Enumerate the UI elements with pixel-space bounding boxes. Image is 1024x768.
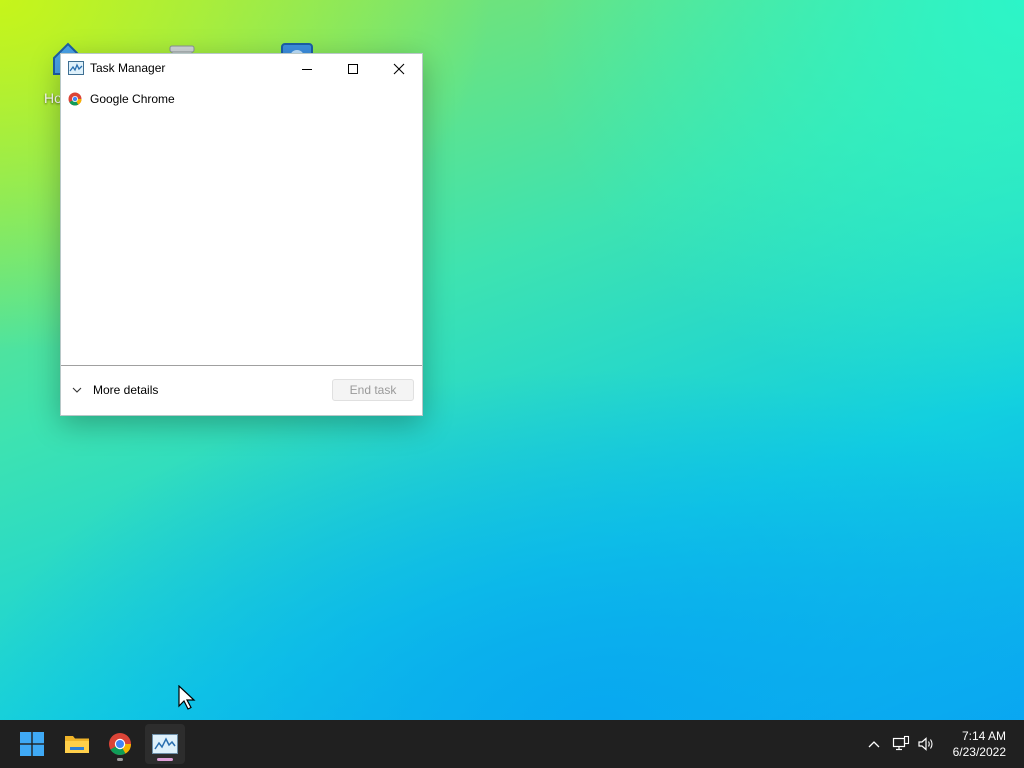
- process-name: Google Chrome: [90, 92, 175, 106]
- chrome-icon: [68, 92, 82, 106]
- taskbar-chrome[interactable]: [100, 724, 140, 764]
- more-details-button[interactable]: More details: [71, 380, 158, 400]
- maximize-icon: [348, 64, 358, 74]
- window-footer: More details End task: [61, 365, 422, 415]
- volume-button[interactable]: [916, 734, 936, 754]
- windows-logo-icon: [20, 732, 44, 756]
- task-manager-window: Task Manager Google Chrome More details …: [60, 53, 423, 416]
- chevron-down-icon: [72, 387, 82, 393]
- minimize-icon: [302, 69, 312, 70]
- clock-time: 7:14 AM: [961, 729, 1006, 743]
- task-manager-icon: [68, 61, 84, 75]
- start-button[interactable]: [12, 724, 52, 764]
- taskbar-file-explorer[interactable]: [57, 724, 97, 764]
- title-bar[interactable]: Task Manager: [61, 54, 422, 84]
- volume-icon: [918, 737, 933, 751]
- window-title: Task Manager: [90, 61, 166, 75]
- mouse-cursor-icon: [178, 685, 196, 710]
- close-button[interactable]: [376, 54, 422, 84]
- network-icon: [892, 735, 910, 751]
- clock-date: 6/23/2022: [952, 745, 1006, 759]
- chevron-up-icon: [868, 741, 880, 748]
- more-details-label: More details: [93, 383, 159, 397]
- taskbar-task-manager[interactable]: [145, 724, 185, 764]
- network-button[interactable]: [891, 734, 911, 754]
- active-indicator: [157, 758, 173, 761]
- folder-icon: [65, 736, 89, 753]
- running-indicator: [117, 758, 123, 761]
- task-manager-icon: [152, 734, 178, 754]
- process-list: Google Chrome: [61, 84, 422, 367]
- maximize-button[interactable]: [330, 54, 376, 84]
- end-task-button[interactable]: End task: [332, 379, 414, 401]
- minimize-button[interactable]: [284, 54, 330, 84]
- taskbar: 7:14 AM 6/23/2022: [0, 720, 1024, 768]
- clock[interactable]: 7:14 AM 6/23/2022: [953, 728, 1006, 760]
- chrome-icon: [109, 733, 131, 756]
- close-icon: [393, 63, 405, 75]
- show-hidden-icons-button[interactable]: [864, 734, 884, 754]
- list-item[interactable]: Google Chrome: [61, 86, 422, 110]
